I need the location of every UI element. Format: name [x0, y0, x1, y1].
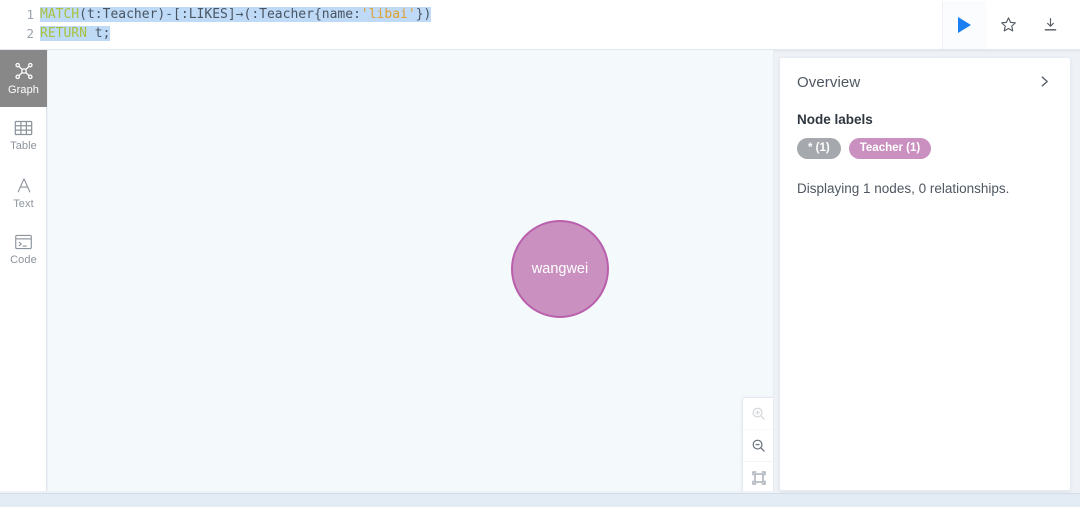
sidebar-item-label: Code [10, 254, 37, 266]
cypher-variable: t; [94, 26, 111, 41]
zoom-out-button[interactable] [743, 430, 773, 462]
sidebar-item-code[interactable]: Code [0, 221, 47, 278]
query-line-2: RETURN·t; [40, 24, 942, 43]
graph-icon [14, 62, 33, 80]
zoom-out-icon [752, 439, 765, 452]
sidebar-item-label: Table [10, 140, 37, 152]
table-icon [14, 120, 33, 136]
query-line-1: MATCH(t:Teacher)-[:LIKES]→(:Teacher{name… [40, 5, 942, 24]
text-icon [17, 178, 30, 192]
download-icon [1044, 18, 1056, 31]
zoom-in-icon [752, 407, 765, 420]
result-summary: Displaying 1 nodes, 0 relationships. [797, 181, 1010, 196]
cypher-pattern: (t:Teacher)-[:LIKES]→(:Teacher{name: [79, 7, 361, 22]
code-icon [15, 234, 32, 250]
panel-title: Overview [797, 74, 861, 91]
fit-to-screen-button[interactable] [743, 462, 773, 491]
sidebar-item-table[interactable]: Table [0, 107, 47, 164]
cypher-keyword: MATCH [40, 7, 80, 22]
overview-header: Overview [797, 74, 1053, 93]
bottom-status-strip [0, 493, 1080, 507]
line-number: 1 [26, 7, 34, 22]
cypher-pattern-end: }) [415, 7, 432, 22]
line-number: 2 [26, 26, 34, 41]
graph-node[interactable]: wangwei [511, 220, 609, 318]
query-code-input[interactable]: MATCH(t:Teacher)-[:LIKES]→(:Teacher{name… [34, 0, 942, 49]
neo4j-browser-result-frame: 1 2 MATCH(t:Teacher)-[:LIKES]→(:Teacher{… [0, 0, 1080, 507]
sidebar-item-label: Text [13, 197, 34, 210]
query-editor-bar: 1 2 MATCH(t:Teacher)-[:LIKES]→(:Teacher{… [0, 0, 1080, 50]
whitespace-dot: · [86, 26, 95, 41]
node-label-pill-all[interactable]: * (1) [797, 138, 841, 159]
play-icon [958, 16, 971, 33]
run-query-button[interactable] [942, 0, 986, 49]
graph-zoom-controls [742, 397, 773, 491]
editor-line-number-gutter: 1 2 [0, 0, 34, 49]
collapse-panel-button[interactable] [1036, 74, 1053, 93]
sidebar-item-graph[interactable]: Graph [0, 50, 47, 107]
node-label-pill-teacher[interactable]: Teacher (1) [848, 138, 932, 159]
download-button[interactable] [1030, 1, 1070, 49]
sidebar-item-text[interactable]: Text [0, 164, 47, 221]
sidebar-item-label: Graph [7, 84, 40, 96]
editor-actions [942, 0, 1080, 49]
star-icon [1000, 17, 1016, 32]
overview-panel: Overview Node labels * (1) Teacher (1) D… [779, 57, 1071, 491]
node-label-pill-list: * (1) Teacher (1) [797, 138, 1053, 159]
chevron-right-icon [1041, 76, 1048, 87]
view-mode-rail: Graph Table Text Code [0, 50, 47, 491]
node-caption: wangwei [531, 261, 589, 277]
graph-canvas[interactable]: wangwei [48, 50, 774, 491]
fit-to-screen-icon [751, 471, 766, 485]
favorite-button[interactable] [988, 1, 1028, 49]
zoom-in-button[interactable] [743, 398, 773, 430]
node-labels-heading: Node labels [797, 112, 873, 127]
cypher-keyword: RETURN [40, 26, 87, 41]
cypher-string: 'libai' [360, 7, 416, 22]
